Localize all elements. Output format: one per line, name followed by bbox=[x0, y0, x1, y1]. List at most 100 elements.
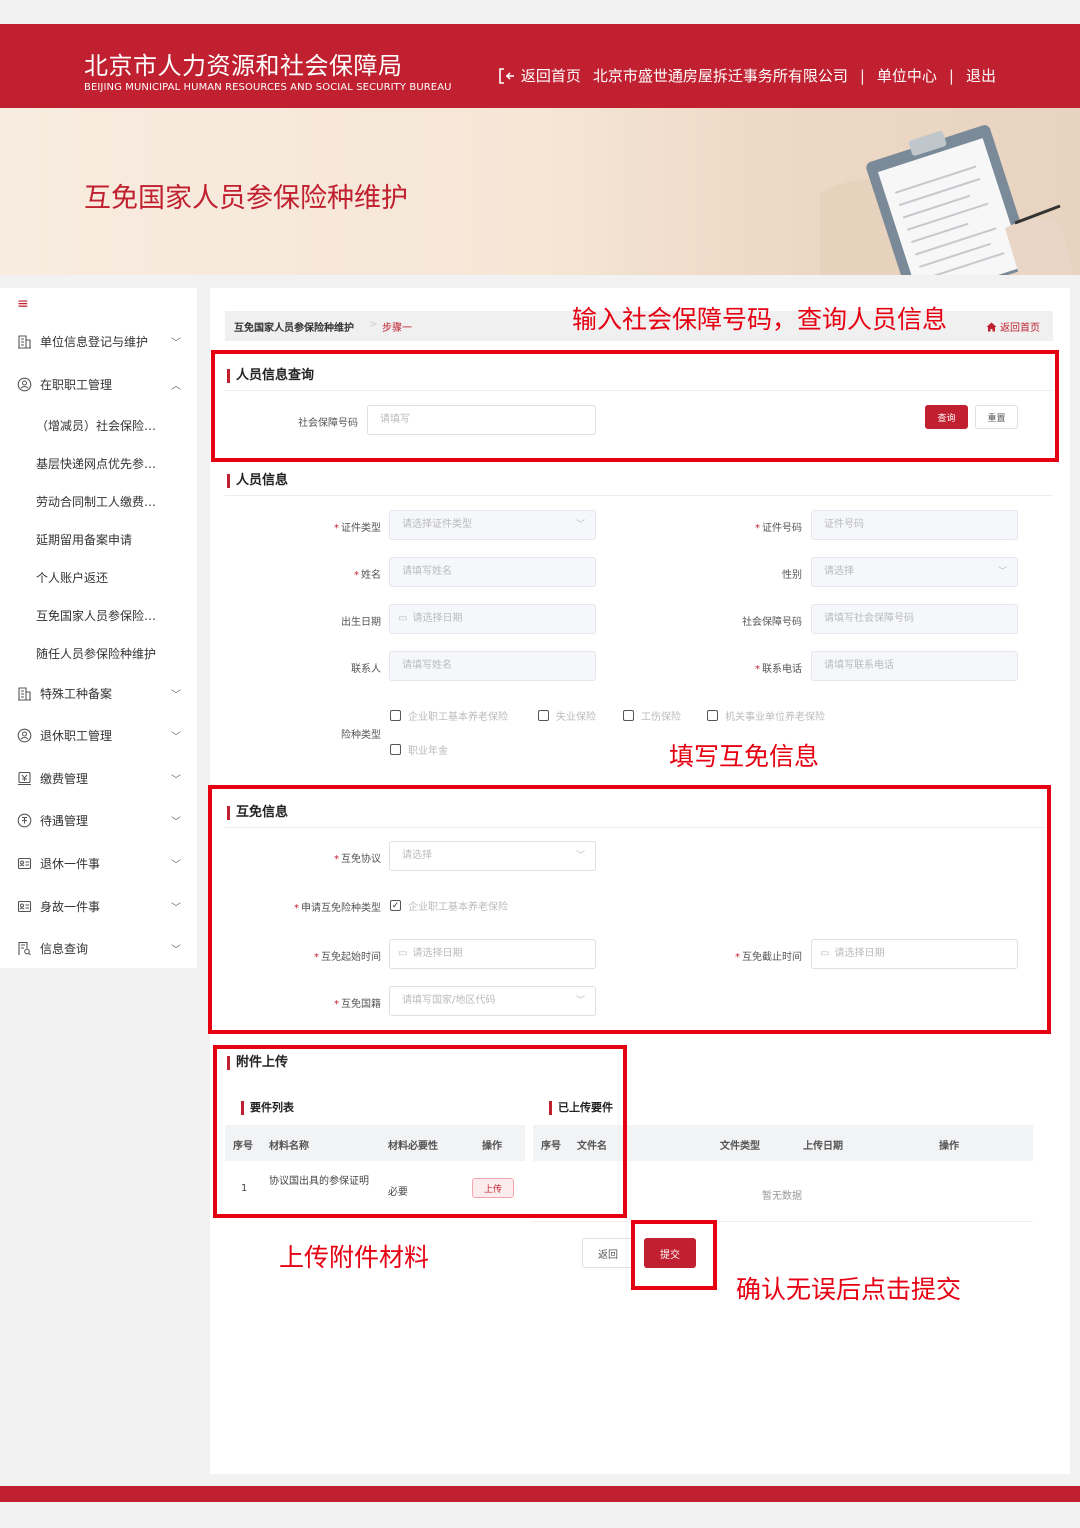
sidebar-subitem[interactable]: 劳动合同制工人缴费… bbox=[36, 493, 156, 510]
sidebar-item-payment[interactable]: 缴费管理 ﹀ bbox=[0, 759, 197, 797]
sidebar-item-death-oneitem[interactable]: 身故一件事 ﹀ bbox=[0, 887, 197, 925]
sidebar-item-benefit[interactable]: 待遇管理 ﹀ bbox=[0, 801, 197, 839]
contact-input[interactable]: 请填写姓名 bbox=[389, 651, 596, 681]
unit-center-link[interactable]: 单位中心 bbox=[877, 65, 937, 86]
sidebar-item-info-query[interactable]: 信息查询 ﹀ bbox=[0, 929, 197, 967]
sidebar-subitem-active[interactable]: 互免国家人员参保险… bbox=[36, 607, 156, 624]
sidebar-item-employee[interactable]: 在职职工管理 ︿ bbox=[0, 365, 197, 403]
chevron-down-icon: ﹀ bbox=[171, 944, 181, 956]
benefit-icon bbox=[16, 812, 32, 828]
nav-separator: | bbox=[948, 66, 954, 85]
sidebar: ≡ 单位信息登记与维护 ﹀ 在职职工管理 ︿ （增减员）社会保险… 基层快递网点… bbox=[0, 288, 197, 968]
sidebar-item-label: 信息查询 bbox=[40, 941, 89, 956]
col-header: 文件类型 bbox=[720, 1141, 760, 1152]
annotation-text: 填写互免信息 bbox=[669, 742, 820, 771]
sidebar-item-label: 在职职工管理 bbox=[40, 377, 113, 392]
checkbox-box bbox=[390, 744, 401, 755]
user-circle-icon bbox=[16, 376, 32, 392]
sidebar-item-label: 缴费管理 bbox=[40, 771, 89, 786]
id-card-icon bbox=[16, 898, 32, 914]
site-subtitle: BEIJING MUNICIPAL HUMAN RESOURCES AND SO… bbox=[84, 82, 452, 93]
id-no-input[interactable]: 证件号码 bbox=[811, 510, 1018, 540]
page-banner: 互免国家人员参保险种维护 bbox=[0, 108, 1080, 275]
person-ssn-input[interactable]: 请填写社会保障号码 bbox=[811, 604, 1018, 634]
sidebar-item-label: 待遇管理 bbox=[40, 813, 89, 828]
top-header-bar: 北京市人力资源和社会保障局 BEIJING MUNICIPAL HUMAN RE… bbox=[0, 24, 1080, 108]
chevron-down-icon: ﹀ bbox=[171, 731, 181, 743]
col-header: 上传日期 bbox=[803, 1141, 843, 1152]
birth-date-input[interactable]: ▭ 请选择日期 bbox=[389, 604, 596, 634]
chevron-down-icon: ﹀ bbox=[575, 520, 585, 530]
annotation-text: 确认无误后点击提交 bbox=[736, 1275, 962, 1304]
building-icon bbox=[16, 333, 32, 349]
chevron-down-icon: ﹀ bbox=[171, 859, 181, 871]
id-card-icon bbox=[16, 855, 32, 871]
chevron-down-icon: ﹀ bbox=[997, 567, 1007, 577]
search-doc-icon bbox=[16, 940, 32, 956]
nav-separator: | bbox=[859, 66, 865, 85]
return-home-link[interactable]: 返回首页 bbox=[986, 319, 1040, 334]
phone-label: * 联系电话 bbox=[755, 664, 802, 675]
divider bbox=[225, 495, 1053, 496]
sidebar-subitem[interactable]: 随任人员参保险种维护 bbox=[36, 645, 156, 662]
section-title-person: 人员信息 bbox=[227, 473, 288, 489]
sidebar-item-label: 单位信息登记与维护 bbox=[40, 334, 149, 349]
divider bbox=[533, 1221, 1033, 1222]
chevron-down-icon: ﹀ bbox=[171, 816, 181, 828]
checkbox-injury[interactable]: 工伤保险 bbox=[623, 708, 681, 723]
sidebar-item-retire-oneitem[interactable]: 退休一件事 ﹀ bbox=[0, 844, 197, 882]
checkbox-pension[interactable]: 企业职工基本养老保险 bbox=[390, 708, 508, 723]
back-home-link[interactable]: 返回首页 bbox=[497, 65, 581, 86]
site-title: 北京市人力资源和社会保障局 bbox=[84, 52, 403, 80]
breadcrumb-separator: > bbox=[369, 319, 378, 330]
chevron-down-icon: ﹀ bbox=[171, 689, 181, 701]
sidebar-subitem[interactable]: 基层快递网点优先参… bbox=[36, 455, 156, 472]
checkbox-box bbox=[538, 710, 549, 721]
back-button[interactable]: 返回 bbox=[582, 1238, 634, 1268]
gender-select[interactable]: 请选择 ﹀ bbox=[811, 557, 1018, 587]
birth-label: 出生日期 bbox=[341, 617, 381, 628]
sidebar-subitem[interactable]: 个人账户返还 bbox=[36, 569, 108, 586]
banner-title: 互免国家人员参保险种维护 bbox=[84, 183, 408, 214]
logout-link[interactable]: 退出 bbox=[966, 65, 996, 86]
phone-input[interactable]: 请填写联系电话 bbox=[811, 651, 1018, 681]
sidebar-item-unit-info[interactable]: 单位信息登记与维护 ﹀ bbox=[0, 322, 197, 360]
name-label: * 姓名 bbox=[354, 570, 381, 581]
name-input[interactable]: 请填写姓名 bbox=[389, 557, 596, 587]
insurance-type-label: 险种类型 bbox=[341, 730, 381, 741]
sidebar-subitem[interactable]: （增减员）社会保险… bbox=[36, 417, 156, 434]
clipboard-resume-icon bbox=[820, 125, 1075, 275]
sidebar-item-label: 身故一件事 bbox=[40, 899, 101, 914]
sidebar-item-retired[interactable]: 退休职工管理 ﹀ bbox=[0, 716, 197, 754]
checkbox-unemployment[interactable]: 失业保险 bbox=[538, 708, 596, 723]
checkbox-box bbox=[707, 710, 718, 721]
top-nav: 返回首页 北京市盛世通房屋拆迁事务所有限公司 | 单位中心 | 退出 bbox=[497, 65, 996, 86]
id-no-label: * 证件号码 bbox=[755, 523, 802, 534]
menu-toggle-icon[interactable]: ≡ bbox=[17, 296, 29, 312]
checkbox-box bbox=[623, 710, 634, 721]
col-header: 操作 bbox=[939, 1141, 959, 1152]
checkbox-institution-pension[interactable]: 机关事业单位养老保险 bbox=[707, 708, 825, 723]
calendar-icon: ▭ bbox=[398, 613, 408, 624]
gender-label: 性别 bbox=[782, 570, 802, 581]
payment-icon bbox=[16, 770, 32, 786]
chevron-down-icon: ﹀ bbox=[171, 337, 181, 349]
sidebar-item-label: 退休一件事 bbox=[40, 856, 101, 871]
chevron-up-icon: ︿ bbox=[171, 380, 181, 392]
id-type-select[interactable]: 请选择证件类型 ﹀ bbox=[389, 510, 596, 540]
checkbox-box bbox=[390, 710, 401, 721]
checkbox-annuity[interactable]: 职业年金 bbox=[390, 742, 448, 757]
footer-bar bbox=[0, 1486, 1080, 1502]
annotation-box-query bbox=[211, 350, 1059, 462]
sidebar-item-special-job[interactable]: 特殊工种备案 ﹀ bbox=[0, 674, 197, 712]
person-ssn-label: 社会保障号码 bbox=[742, 617, 802, 628]
sidebar-item-label: 特殊工种备案 bbox=[40, 686, 113, 701]
building-icon bbox=[16, 685, 32, 701]
back-home-label: 返回首页 bbox=[520, 67, 581, 85]
return-home-label: 返回首页 bbox=[1000, 323, 1040, 334]
annotation-box-submit bbox=[631, 1220, 717, 1290]
annotation-text: 输入社会保障号码，查询人员信息 bbox=[572, 305, 948, 334]
sidebar-subitem[interactable]: 延期留用备案申请 bbox=[36, 531, 132, 548]
breadcrumb-item[interactable]: 互免国家人员参保险种维护 bbox=[234, 319, 354, 334]
exit-icon bbox=[499, 67, 514, 84]
